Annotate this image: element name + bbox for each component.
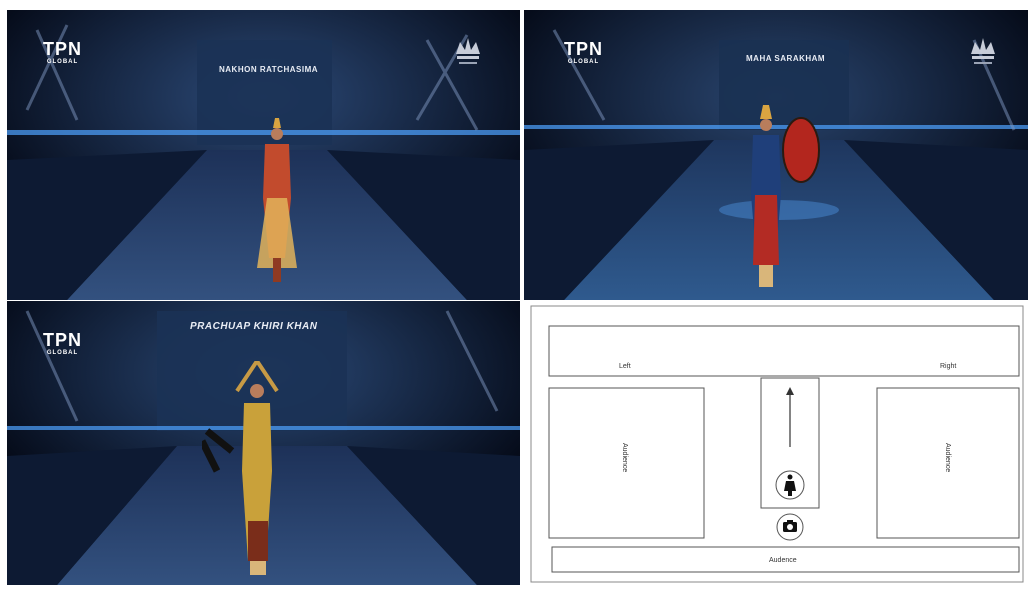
province-caption: NAKHON RATCHASIMA [219, 65, 319, 74]
tpn-global-logo: TPN GLOBAL [43, 330, 82, 356]
model-figure [751, 105, 820, 287]
province-caption: MAHA SARAKHAM [746, 54, 826, 63]
diagram-canvas: Left Right Audience Audience Audence [530, 305, 1024, 583]
runway-photo-1: TPN GLOBAL NAKHON RATCHASIMA [7, 10, 520, 300]
runway-layout-diagram: Left Right Audience Audience Audence [524, 301, 1028, 585]
person-icon [775, 470, 805, 500]
province-caption: PRACHUAP KHIRI KHAN [190, 321, 318, 332]
up-arrow-icon [786, 387, 794, 447]
crown-logo [456, 38, 480, 64]
crown-logo [971, 38, 995, 64]
runway-photo-3: TPN GLOBAL PRACHUAP KHIRI KHAN [7, 301, 520, 585]
right-audience-label: Audience [944, 443, 951, 472]
left-audience-label: Audience [621, 443, 628, 472]
right-label: Right [940, 363, 956, 370]
runway-photo-2: TPN GLOBAL MAHA SARAKHAM [524, 10, 1028, 300]
tpn-global-logo: TPN GLOBAL [564, 39, 603, 65]
tpn-global-logo: TPN GLOBAL [43, 39, 82, 65]
model-figure [257, 118, 297, 282]
left-label: Left [619, 363, 631, 370]
camera-icon [776, 513, 804, 541]
model-figure [202, 361, 279, 575]
bottom-audience-label: Audence [769, 557, 797, 564]
